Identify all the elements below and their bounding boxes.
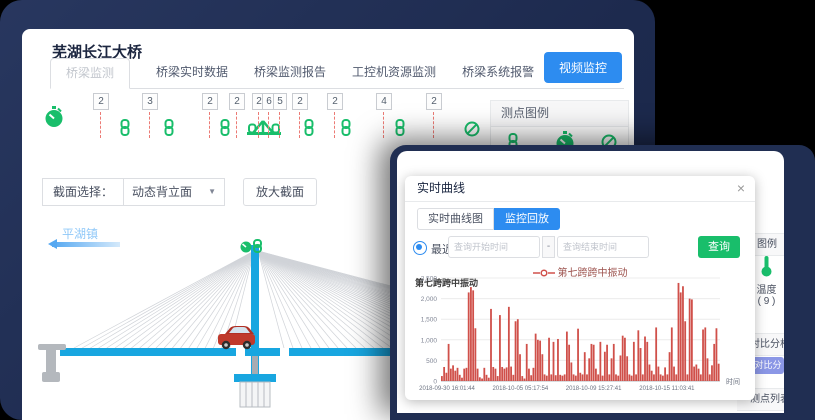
- x-axis-title: 时间: [726, 377, 740, 386]
- sensor-count-badge[interactable]: 5: [273, 93, 287, 110]
- ban-icon[interactable]: [464, 121, 480, 142]
- speedometer-icon[interactable]: [44, 106, 64, 133]
- sensor-count-badge[interactable]: 2: [229, 93, 245, 110]
- y-tick-label: 500: [426, 358, 437, 365]
- vibration-chart: 0 500 1,000 1,500 2,000 2,500 2018-09-30 16:01…: [408, 272, 752, 398]
- end-time-input[interactable]: [557, 236, 649, 258]
- section-select-value: 动态背立面: [132, 179, 192, 205]
- x-tick-label: 2018-09-30 16:01:44: [419, 386, 475, 392]
- tab-2[interactable]: 桥梁实时数据: [156, 58, 228, 88]
- enlarge-section-button[interactable]: 放大截面: [243, 178, 317, 206]
- sensor-dash-line: [100, 112, 101, 138]
- compare-analysis-button[interactable]: 对比分析: [752, 357, 784, 374]
- sensor-count-badge[interactable]: 2: [202, 93, 218, 110]
- query-button[interactable]: 查询: [698, 236, 740, 258]
- popup-window: 图例 温度 ( 9 ) 对比分析 对比分析 测点列表 实时曲线 × 实时曲线图监…: [397, 151, 784, 413]
- popup-window-frame: 图例 温度 ( 9 ) 对比分析 对比分析 测点列表 实时曲线 × 实时曲线图监…: [390, 145, 815, 420]
- tab-1[interactable]: 桥梁监测: [50, 58, 130, 89]
- car: [218, 326, 255, 349]
- modal-header: 实时曲线 ×: [405, 176, 755, 202]
- sensor-count-badge[interactable]: 4: [376, 93, 392, 110]
- y-tick-label: 0: [433, 379, 437, 386]
- sensor-dash-line: [149, 112, 150, 138]
- sensor-count-badge[interactable]: 2: [93, 93, 109, 110]
- tab-5[interactable]: 桥梁系统报警: [462, 58, 534, 88]
- realtime-curve-modal: 实时曲线 × 实时曲线图监控回放 最近两个月 - 查询 第七跨跨中振动 第七跨跨…: [405, 176, 755, 400]
- chart-bars: [441, 283, 720, 381]
- sensor-dash-line: [236, 112, 237, 138]
- modal-title: 实时曲线: [417, 181, 465, 195]
- section-select-label: 截面选择：: [42, 178, 124, 206]
- main-tab-bar: 桥梁监测桥梁实时数据桥梁监测报告工控机资源监测桥梁系统报警: [50, 58, 624, 89]
- link-icon[interactable]: [119, 119, 131, 141]
- link-icon[interactable]: [163, 119, 175, 141]
- start-time-input[interactable]: [448, 236, 540, 258]
- sensor-count-badge[interactable]: 2: [292, 93, 308, 110]
- close-icon[interactable]: ×: [737, 176, 745, 201]
- sensor-count-badge[interactable]: 2: [426, 93, 442, 110]
- sensor-dash-line: [209, 112, 210, 138]
- link-icon[interactable]: [219, 119, 231, 141]
- video-monitor-button[interactable]: 视频监控: [544, 52, 622, 83]
- link-icon[interactable]: [303, 119, 315, 141]
- x-tick-label: 2018-10-05 05:17:54: [492, 386, 548, 392]
- point-legend-title: 测点图例: [491, 101, 628, 127]
- modal-tab-group: 实时曲线图监控回放: [417, 208, 560, 230]
- bridge-icon[interactable]: [246, 117, 282, 144]
- x-tick-label: 2018-10-09 15:27:41: [566, 386, 622, 392]
- y-tick-label: 1,500: [421, 317, 438, 324]
- y-tick-label: 2,000: [421, 296, 438, 303]
- link-icon[interactable]: [394, 119, 406, 141]
- section-select-dropdown[interactable]: 动态背立面 ▼: [124, 178, 225, 206]
- thermometer-icon: [760, 270, 773, 281]
- date-separator: -: [542, 236, 555, 258]
- sensor-count-badge[interactable]: 3: [142, 93, 158, 110]
- y-tick-label: 2,500: [421, 276, 438, 283]
- sensor-dash-line: [279, 112, 280, 138]
- tower-pier: [240, 382, 270, 407]
- modal-tab-2[interactable]: 监控回放: [494, 208, 560, 230]
- sensor-dash-line: [268, 112, 269, 138]
- left-pier: [38, 344, 66, 382]
- sensor-dash-line: [299, 112, 300, 138]
- sensor-count-badge[interactable]: 2: [327, 93, 343, 110]
- caret-down-icon: ▼: [208, 179, 216, 205]
- y-tick-label: 1,000: [421, 337, 438, 344]
- modal-tab-1[interactable]: 实时曲线图: [417, 208, 494, 230]
- sensor-dash-line: [258, 112, 259, 138]
- tab-4[interactable]: 工控机资源监测: [352, 58, 436, 88]
- tab-3[interactable]: 桥梁监测报告: [254, 58, 326, 88]
- query-controls: 最近两个月 - 查询: [405, 236, 755, 260]
- sensor-dash-line: [433, 112, 434, 138]
- section-select-group: 截面选择： 动态背立面 ▼ 放大截面: [42, 178, 317, 206]
- x-tick-label: 2018-10-15 11:03:41: [639, 386, 695, 392]
- radio-last-two-months[interactable]: [413, 241, 427, 255]
- sensor-dash-line: [334, 112, 335, 138]
- sensor-dash-line: [383, 112, 384, 138]
- link-icon[interactable]: [340, 119, 352, 141]
